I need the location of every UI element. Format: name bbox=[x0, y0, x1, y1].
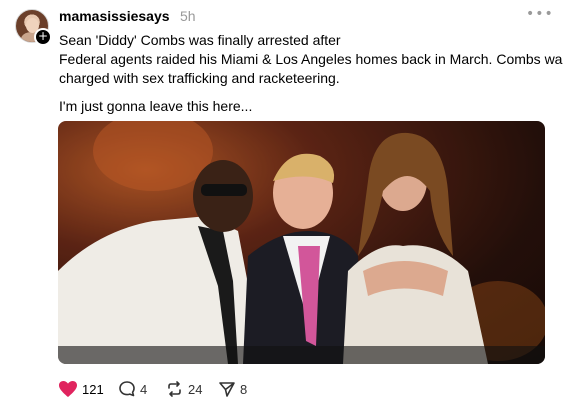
post-text-line: charged with sex trafficking and rackete… bbox=[59, 70, 340, 86]
more-horizontal-icon[interactable]: ••• bbox=[526, 6, 553, 22]
photo-image bbox=[58, 121, 545, 364]
post-text: Sean 'Diddy' Combs was finally arrested … bbox=[59, 31, 563, 116]
like-count: 121 bbox=[82, 381, 104, 397]
avatar[interactable]: + bbox=[15, 9, 52, 46]
username[interactable]: mamasissiesays bbox=[59, 8, 170, 24]
comment-count: 4 bbox=[140, 381, 148, 397]
thread-post: + mamasissiesays 5h ••• Sean 'Diddy' Com… bbox=[0, 0, 563, 409]
send-icon bbox=[219, 382, 235, 397]
repost-button[interactable]: 24 bbox=[165, 378, 202, 400]
share-count: 8 bbox=[240, 381, 248, 397]
comment-icon bbox=[119, 381, 135, 397]
post-photo[interactable] bbox=[58, 121, 545, 364]
repost-count: 24 bbox=[188, 381, 203, 397]
repost-icon bbox=[168, 381, 181, 397]
post-header: mamasissiesays 5h bbox=[59, 8, 196, 26]
post-text-line: Federal agents raided his Miami & Los An… bbox=[59, 51, 563, 67]
share-button[interactable]: 8 bbox=[218, 378, 247, 400]
heart-icon bbox=[59, 381, 77, 397]
post-text-line: Sean 'Diddy' Combs was finally arrested … bbox=[59, 32, 341, 48]
post-text-extra: I'm just gonna leave this here... bbox=[59, 98, 253, 114]
like-button[interactable]: 121 bbox=[58, 378, 104, 400]
comment-button[interactable]: 4 bbox=[118, 378, 147, 400]
plus-icon[interactable]: + bbox=[34, 28, 52, 46]
post-time: 5h bbox=[180, 8, 196, 24]
